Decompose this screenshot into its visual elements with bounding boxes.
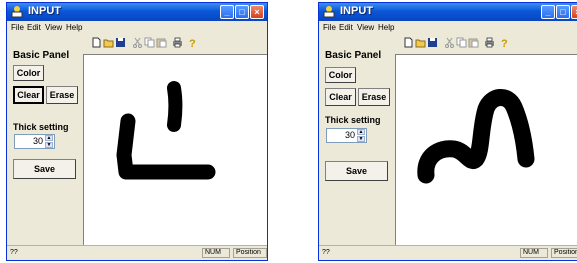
new-file-icon[interactable]	[91, 37, 102, 48]
open-folder-icon[interactable]	[103, 37, 114, 48]
status-bar: ?? NUM Position	[319, 245, 577, 260]
close-button[interactable]: ×	[250, 5, 264, 19]
minimize-icon: _	[545, 7, 551, 17]
menu-view[interactable]: View	[45, 23, 62, 32]
position-indicator: Position	[551, 248, 577, 258]
menu-edit[interactable]: Edit	[27, 23, 41, 32]
save-button[interactable]: Save	[13, 159, 76, 179]
save-button[interactable]: Save	[325, 161, 388, 181]
stepper-down-icon[interactable]: ▼	[357, 136, 365, 142]
app-icon	[11, 6, 23, 18]
ink-stroke	[116, 113, 216, 180]
panel-title: Basic Panel	[13, 50, 70, 61]
open-folder-icon[interactable]	[415, 37, 426, 48]
cut-icon[interactable]	[444, 37, 455, 48]
stepper-up-icon[interactable]: ▲	[357, 129, 365, 135]
help-icon[interactable]: ?	[499, 37, 510, 48]
maximize-icon: □	[239, 7, 245, 17]
title-bar[interactable]: INPUT _ □ ×	[319, 3, 577, 21]
clear-button[interactable]: Clear	[13, 86, 44, 104]
thickness-value: 30	[32, 136, 43, 146]
print-icon[interactable]	[172, 37, 183, 48]
status-text: ??	[10, 249, 18, 256]
close-icon: ×	[254, 7, 260, 17]
paste-icon[interactable]	[468, 37, 479, 48]
maximize-button[interactable]: □	[556, 5, 570, 19]
app-icon	[323, 6, 335, 18]
input-window-right: INPUT _ □ × File Edit View Help Basic Pa…	[318, 2, 577, 261]
num-lock-indicator: NUM	[520, 248, 548, 258]
save-disk-icon[interactable]	[427, 37, 438, 48]
paste-icon[interactable]	[156, 37, 167, 48]
help-icon[interactable]: ?	[187, 37, 198, 48]
svg-text:?: ?	[501, 38, 508, 48]
erase-button[interactable]: Erase	[46, 86, 78, 104]
menu-help[interactable]: Help	[66, 23, 82, 32]
menu-help[interactable]: Help	[378, 23, 394, 32]
maximize-icon: □	[560, 7, 566, 17]
title-bar[interactable]: INPUT _ □ ×	[7, 3, 267, 21]
erase-button[interactable]: Erase	[358, 88, 390, 106]
maximize-button[interactable]: □	[235, 5, 249, 19]
drawing-canvas[interactable]	[395, 54, 577, 249]
cut-icon[interactable]	[132, 37, 143, 48]
stepper-up-icon[interactable]: ▲	[45, 135, 53, 141]
menu-edit[interactable]: Edit	[339, 23, 353, 32]
window-title: INPUT	[340, 5, 373, 17]
input-window-left: INPUT _ □ × File Edit View Help Basic Pa…	[6, 2, 268, 261]
menu-bar: File Edit View Help	[319, 21, 577, 34]
menu-view[interactable]: View	[357, 23, 374, 32]
toolbar: ?	[395, 34, 577, 55]
minimize-button[interactable]: _	[541, 5, 555, 19]
basic-panel: Basic Panel Color Clear Erase Thick sett…	[7, 34, 82, 248]
minimize-icon: _	[224, 7, 230, 17]
color-button[interactable]: Color	[13, 65, 44, 81]
drawing-canvas[interactable]	[83, 54, 267, 249]
copy-icon[interactable]	[144, 37, 155, 48]
thick-setting-label: Thick setting	[325, 115, 381, 125]
new-file-icon[interactable]	[403, 37, 414, 48]
thickness-value: 30	[344, 130, 355, 140]
window-title: INPUT	[28, 5, 61, 17]
status-text: ??	[322, 249, 330, 256]
save-disk-icon[interactable]	[115, 37, 126, 48]
svg-text:?: ?	[189, 38, 196, 48]
minimize-button[interactable]: _	[220, 5, 234, 19]
menu-file[interactable]: File	[323, 23, 336, 32]
close-button[interactable]: ×	[571, 5, 577, 19]
clear-button[interactable]: Clear	[325, 88, 356, 106]
thickness-stepper[interactable]: 30 ▲ ▼	[326, 128, 367, 143]
num-lock-indicator: NUM	[202, 248, 230, 258]
toolbar: ?	[83, 34, 267, 55]
ink-strokes	[417, 89, 535, 184]
panel-title: Basic Panel	[325, 50, 382, 61]
color-button[interactable]: Color	[325, 67, 356, 83]
stepper-down-icon[interactable]: ▼	[45, 142, 53, 148]
position-indicator: Position	[233, 248, 267, 258]
thick-setting-label: Thick setting	[13, 122, 69, 132]
close-icon: ×	[572, 6, 577, 18]
ink-stroke	[167, 81, 183, 132]
status-bar: ?? NUM Position	[7, 245, 267, 260]
print-icon[interactable]	[484, 37, 495, 48]
ink-strokes	[116, 81, 216, 180]
menu-bar: File Edit View Help	[7, 21, 267, 34]
menu-file[interactable]: File	[11, 23, 24, 32]
basic-panel: Basic Panel Color Clear Erase Thick sett…	[319, 34, 394, 248]
ink-stroke	[417, 89, 535, 184]
thickness-stepper[interactable]: 30 ▲ ▼	[14, 134, 55, 149]
copy-icon[interactable]	[456, 37, 467, 48]
